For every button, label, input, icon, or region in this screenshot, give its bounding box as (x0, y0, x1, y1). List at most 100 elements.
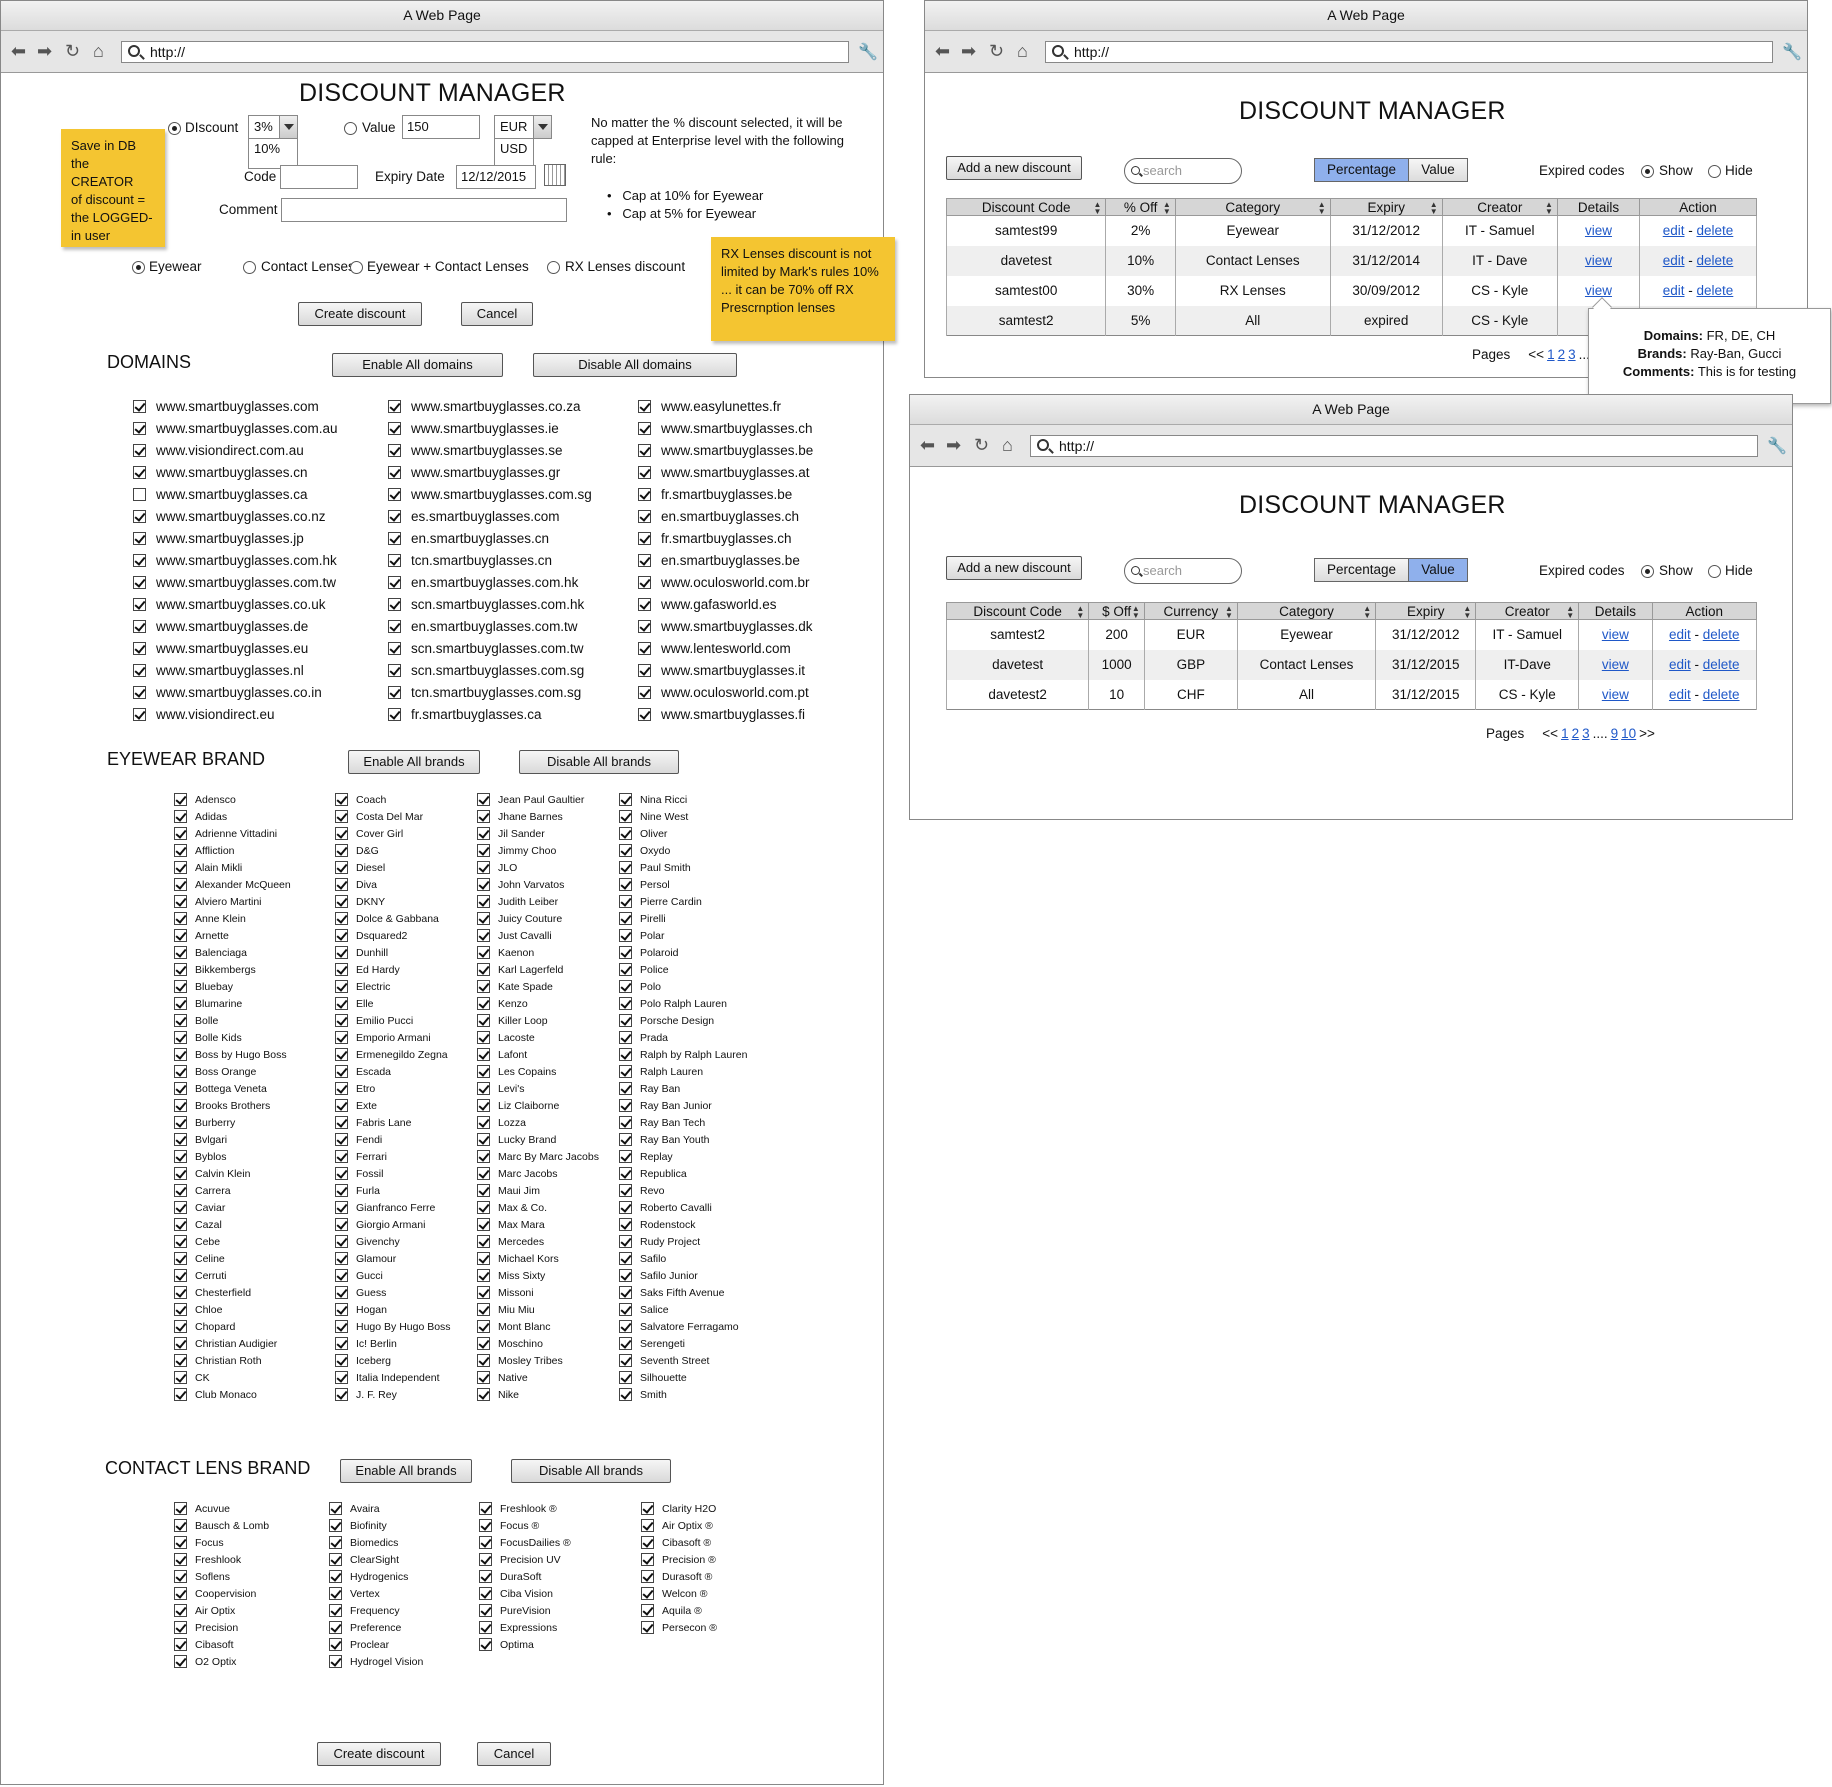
checkbox[interactable] (477, 827, 490, 840)
checkbox[interactable] (619, 1116, 632, 1129)
checkbox-item[interactable]: Expressions (479, 1619, 641, 1636)
page-link[interactable]: 10 (1621, 726, 1636, 741)
checkbox-item[interactable]: www.smartbuyglasses.ch (638, 417, 858, 439)
checkbox-item[interactable]: Brooks Brothers (174, 1097, 335, 1114)
checkbox[interactable] (477, 1235, 490, 1248)
checkbox[interactable] (619, 980, 632, 993)
sort-icon[interactable]: ▲ ▼ (1225, 605, 1233, 620)
checkbox[interactable] (619, 1014, 632, 1027)
currency-option[interactable]: USD (500, 141, 527, 156)
checkbox-item[interactable]: scn.smartbuyglasses.com.tw (388, 637, 638, 659)
checkbox[interactable] (619, 844, 632, 857)
checkbox-item[interactable]: www.smartbuyglasses.com.au (133, 417, 388, 439)
checkbox-item[interactable]: Revo (619, 1182, 769, 1199)
disable-all-contact-button[interactable]: Disable All brands (511, 1459, 671, 1483)
checkbox-item[interactable]: Balenciaga (174, 944, 335, 961)
checkbox-item[interactable]: Hugo By Hugo Boss (335, 1318, 477, 1335)
checkbox-item[interactable]: Freshlook (174, 1551, 329, 1568)
checkbox[interactable] (479, 1604, 492, 1617)
checkbox-item[interactable]: Persecon ® (641, 1619, 791, 1636)
checkbox-item[interactable]: www.smartbuyglasses.fi (638, 703, 858, 725)
checkbox-item[interactable]: D&G (335, 842, 477, 859)
checkbox-item[interactable]: Jimmy Choo (477, 842, 619, 859)
checkbox[interactable] (638, 707, 651, 721)
checkbox-item[interactable]: Caviar (174, 1199, 335, 1216)
checkbox[interactable] (335, 963, 348, 976)
expired-hide-radio[interactable] (1708, 165, 1721, 178)
checkbox[interactable] (329, 1587, 342, 1600)
reload-icon[interactable]: ↻ (65, 42, 80, 60)
checkbox-item[interactable]: en.smartbuyglasses.com.tw (388, 615, 638, 637)
checkbox-item[interactable]: Cover Girl (335, 825, 477, 842)
discount-select[interactable]: 3% (248, 115, 298, 139)
checkbox-item[interactable]: www.smartbuyglasses.co.uk (133, 593, 388, 615)
home-icon[interactable]: ⌂ (93, 42, 104, 60)
checkbox-item[interactable]: Rudy Project (619, 1233, 769, 1250)
checkbox-item[interactable]: www.smartbuyglasses.jp (133, 527, 388, 549)
checkbox-item[interactable] (641, 1653, 791, 1670)
checkbox-item[interactable]: Durasoft ® (641, 1568, 791, 1585)
search-input[interactable]: search (1124, 558, 1242, 584)
checkbox[interactable] (479, 1553, 492, 1566)
checkbox-item[interactable]: www.visiondirect.eu (133, 703, 388, 725)
checkbox-item[interactable]: Lozza (477, 1114, 619, 1131)
checkbox[interactable] (388, 465, 401, 479)
page-nav[interactable]: << (1528, 347, 1544, 362)
checkbox[interactable] (174, 810, 187, 823)
checkbox-item[interactable]: Ermenegildo Zegna (335, 1046, 477, 1063)
checkbox[interactable] (335, 1354, 348, 1367)
checkbox-item[interactable]: Iceberg (335, 1352, 477, 1369)
checkbox[interactable] (329, 1570, 342, 1583)
checkbox-item[interactable]: en.smartbuyglasses.cn (388, 527, 638, 549)
checkbox[interactable] (619, 997, 632, 1010)
page-link[interactable]: 9 (1611, 726, 1619, 741)
checkbox-item[interactable]: Jean Paul Gaultier (477, 791, 619, 808)
checkbox[interactable] (335, 1065, 348, 1078)
checkbox[interactable] (174, 1082, 187, 1095)
checkbox[interactable] (619, 963, 632, 976)
checkbox[interactable] (479, 1570, 492, 1583)
checkbox[interactable] (133, 531, 146, 545)
checkbox-item[interactable]: Salice (619, 1301, 769, 1318)
checkbox-item[interactable]: Lacoste (477, 1029, 619, 1046)
checkbox-item[interactable]: Salvatore Ferragamo (619, 1318, 769, 1335)
checkbox[interactable] (619, 946, 632, 959)
checkbox[interactable] (641, 1621, 654, 1634)
checkbox[interactable] (335, 1252, 348, 1265)
checkbox[interactable] (174, 1337, 187, 1350)
checkbox[interactable] (174, 1252, 187, 1265)
checkbox[interactable] (388, 531, 401, 545)
view-link[interactable]: view (1602, 627, 1629, 642)
checkbox[interactable] (174, 1150, 187, 1163)
checkbox-item[interactable]: Bolle (174, 1012, 335, 1029)
checkbox-item[interactable]: Ray Ban Tech (619, 1114, 769, 1131)
checkbox-item[interactable]: scn.smartbuyglasses.com.sg (388, 659, 638, 681)
checkbox[interactable] (477, 1320, 490, 1333)
checkbox[interactable] (329, 1604, 342, 1617)
view-link[interactable]: view (1585, 223, 1612, 238)
checkbox[interactable] (133, 487, 146, 501)
checkbox-item[interactable]: Avaira (329, 1500, 479, 1517)
checkbox[interactable] (638, 619, 651, 633)
checkbox-item[interactable]: Replay (619, 1148, 769, 1165)
checkbox[interactable] (619, 1337, 632, 1350)
checkbox[interactable] (477, 1218, 490, 1231)
checkbox[interactable] (619, 878, 632, 891)
checkbox-item[interactable]: Alexander McQueen (174, 876, 335, 893)
sort-icon[interactable]: ▲ ▼ (1545, 201, 1553, 216)
checkbox[interactable] (477, 963, 490, 976)
checkbox-item[interactable]: Juicy Couture (477, 910, 619, 927)
checkbox[interactable] (479, 1638, 492, 1651)
checkbox-item[interactable]: JLO (477, 859, 619, 876)
checkbox-item[interactable]: www.smartbuyglasses.co.za (388, 395, 638, 417)
checkbox[interactable] (477, 1388, 490, 1401)
checkbox[interactable] (174, 1320, 187, 1333)
checkbox[interactable] (174, 1065, 187, 1078)
tab-value[interactable]: Value (1408, 558, 1468, 582)
checkbox[interactable] (641, 1570, 654, 1583)
checkbox-item[interactable]: Kate Spade (477, 978, 619, 995)
checkbox-item[interactable]: Persol (619, 876, 769, 893)
checkbox[interactable] (619, 861, 632, 874)
checkbox-item[interactable]: Adensco (174, 791, 335, 808)
add-discount-button[interactable]: Add a new discount (946, 156, 1082, 180)
